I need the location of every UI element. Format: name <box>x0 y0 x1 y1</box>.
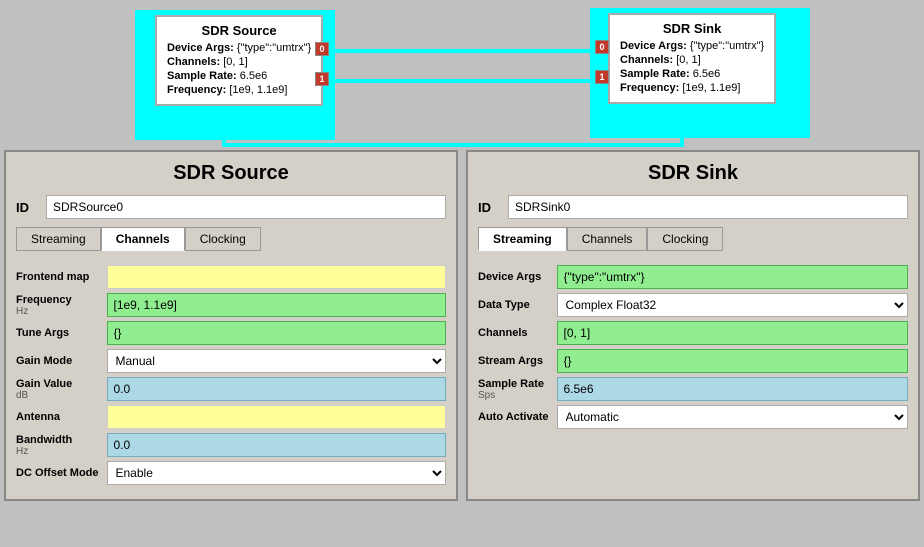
value-channels <box>557 321 909 345</box>
field-bandwidth: BandwidthHz <box>16 433 446 457</box>
field-auto-activate: Auto Activate Automatic Manual <box>478 405 908 429</box>
sdr-sink-port-1[interactable]: 1 <box>595 70 609 84</box>
select-auto-activate[interactable]: Automatic Manual <box>557 405 909 429</box>
value-stream-args <box>557 349 909 373</box>
sdr-source-panel: SDR Source ID Streaming Channels Clockin… <box>4 150 458 501</box>
label-tune-args: Tune Args <box>16 321 107 345</box>
sdr-source-port-0[interactable]: 0 <box>315 42 329 56</box>
label-antenna: Antenna <box>16 405 107 429</box>
value-frontend-map <box>107 265 447 289</box>
input-antenna[interactable] <box>107 405 447 429</box>
field-sample-rate: Sample RateSps <box>478 377 908 401</box>
sdr-source-id-row: ID <box>16 195 446 219</box>
sdr-sink-row-3: Frequency: [1e9, 1.1e9] <box>620 82 764 94</box>
sdr-sink-node-title: SDR Sink <box>620 21 764 36</box>
sdr-sink-form: Device Args Data Type Complex Float32 Fl… <box>478 261 908 433</box>
field-channels: Channels <box>478 321 908 345</box>
input-tune-args[interactable] <box>107 321 447 345</box>
field-dc-offset-mode: DC Offset Mode Enable Disable <box>16 461 446 485</box>
sdr-source-panel-title: SDR Source <box>16 162 446 185</box>
label-auto-activate: Auto Activate <box>478 405 557 429</box>
value-sample-rate <box>557 377 909 401</box>
tab-clocking-sink[interactable]: Clocking <box>647 227 723 251</box>
sdr-source-node-title: SDR Source <box>167 23 311 38</box>
sdr-sink-node: SDR Sink Device Args: {"type":"umtrx"} C… <box>608 13 776 104</box>
panels-area: SDR Source ID Streaming Channels Clockin… <box>0 150 924 505</box>
select-data-type[interactable]: Complex Float32 Float32 <box>557 293 909 317</box>
sdr-sink-row-1: Channels: [0, 1] <box>620 54 764 66</box>
sdr-source-row-3: Frequency: [1e9, 1.1e9] <box>167 84 311 96</box>
value-tune-args <box>107 321 447 345</box>
sdr-sink-id-input[interactable] <box>508 195 908 219</box>
field-stream-args: Stream Args <box>478 349 908 373</box>
value-device-args <box>557 265 909 289</box>
label-device-args: Device Args <box>478 265 557 289</box>
value-frequency <box>107 293 447 317</box>
label-channels: Channels <box>478 321 557 345</box>
value-dc-offset-mode: Enable Disable <box>107 461 447 485</box>
label-gain-mode: Gain Mode <box>16 349 107 373</box>
label-stream-args: Stream Args <box>478 349 557 373</box>
input-frontend-map[interactable] <box>107 265 447 289</box>
field-gain-mode: Gain Mode Manual Auto <box>16 349 446 373</box>
sdr-sink-id-row: ID <box>478 195 908 219</box>
sdr-source-row-2: Sample Rate: 6.5e6 <box>167 70 311 82</box>
select-dc-offset-mode[interactable]: Enable Disable <box>107 461 447 485</box>
value-gain-mode: Manual Auto <box>107 349 447 373</box>
input-gain-value[interactable] <box>107 377 447 401</box>
select-gain-mode[interactable]: Manual Auto <box>107 349 447 373</box>
tab-streaming-sink[interactable]: Streaming <box>478 227 567 251</box>
diagram-area: SDR Source Device Args: {"type":"umtrx"}… <box>0 0 924 150</box>
label-frequency: FrequencyHz <box>16 293 107 317</box>
sdr-source-row-1: Channels: [0, 1] <box>167 56 311 68</box>
sdr-source-id-label: ID <box>16 200 36 215</box>
label-data-type: Data Type <box>478 293 557 317</box>
sdr-source-id-input[interactable] <box>46 195 446 219</box>
input-bandwidth[interactable] <box>107 433 447 457</box>
sdr-sink-panel: SDR Sink ID Streaming Channels Clocking … <box>466 150 920 501</box>
sdr-sink-row-2: Sample Rate: 6.5e6 <box>620 68 764 80</box>
sdr-source-node: SDR Source Device Args: {"type":"umtrx"}… <box>155 15 323 106</box>
sdr-source-port-1[interactable]: 1 <box>315 72 329 86</box>
sdr-sink-row-0: Device Args: {"type":"umtrx"} <box>620 40 764 52</box>
sdr-sink-id-label: ID <box>478 200 498 215</box>
input-frequency[interactable] <box>107 293 447 317</box>
field-gain-value: Gain ValuedB <box>16 377 446 401</box>
label-sample-rate: Sample RateSps <box>478 377 557 401</box>
value-bandwidth <box>107 433 447 457</box>
input-sample-rate[interactable] <box>557 377 909 401</box>
tab-streaming-source[interactable]: Streaming <box>16 227 101 251</box>
field-data-type: Data Type Complex Float32 Float32 <box>478 293 908 317</box>
field-antenna: Antenna <box>16 405 446 429</box>
value-antenna <box>107 405 447 429</box>
sdr-source-tabs: Streaming Channels Clocking <box>16 227 446 251</box>
input-channels[interactable] <box>557 321 909 345</box>
field-frontend-map: Frontend map <box>16 265 446 289</box>
value-gain-value <box>107 377 447 401</box>
field-device-args: Device Args <box>478 265 908 289</box>
tab-clocking-source[interactable]: Clocking <box>185 227 261 251</box>
field-tune-args: Tune Args <box>16 321 446 345</box>
label-bandwidth: BandwidthHz <box>16 433 107 457</box>
sdr-sink-tabs: Streaming Channels Clocking <box>478 227 908 251</box>
value-auto-activate: Automatic Manual <box>557 405 909 429</box>
tab-channels-sink[interactable]: Channels <box>567 227 648 251</box>
label-frontend-map: Frontend map <box>16 265 107 289</box>
input-device-args[interactable] <box>557 265 909 289</box>
sdr-sink-port-0[interactable]: 0 <box>595 40 609 54</box>
sdr-source-form: Frontend map FrequencyHz Tune Args Gain … <box>16 261 446 489</box>
sdr-sink-panel-title: SDR Sink <box>478 162 908 185</box>
value-data-type: Complex Float32 Float32 <box>557 293 909 317</box>
label-gain-value: Gain ValuedB <box>16 377 107 401</box>
sdr-source-row-0: Device Args: {"type":"umtrx"} <box>167 42 311 54</box>
tab-channels-source[interactable]: Channels <box>101 227 185 251</box>
field-frequency: FrequencyHz <box>16 293 446 317</box>
input-stream-args[interactable] <box>557 349 909 373</box>
label-dc-offset-mode: DC Offset Mode <box>16 461 107 485</box>
